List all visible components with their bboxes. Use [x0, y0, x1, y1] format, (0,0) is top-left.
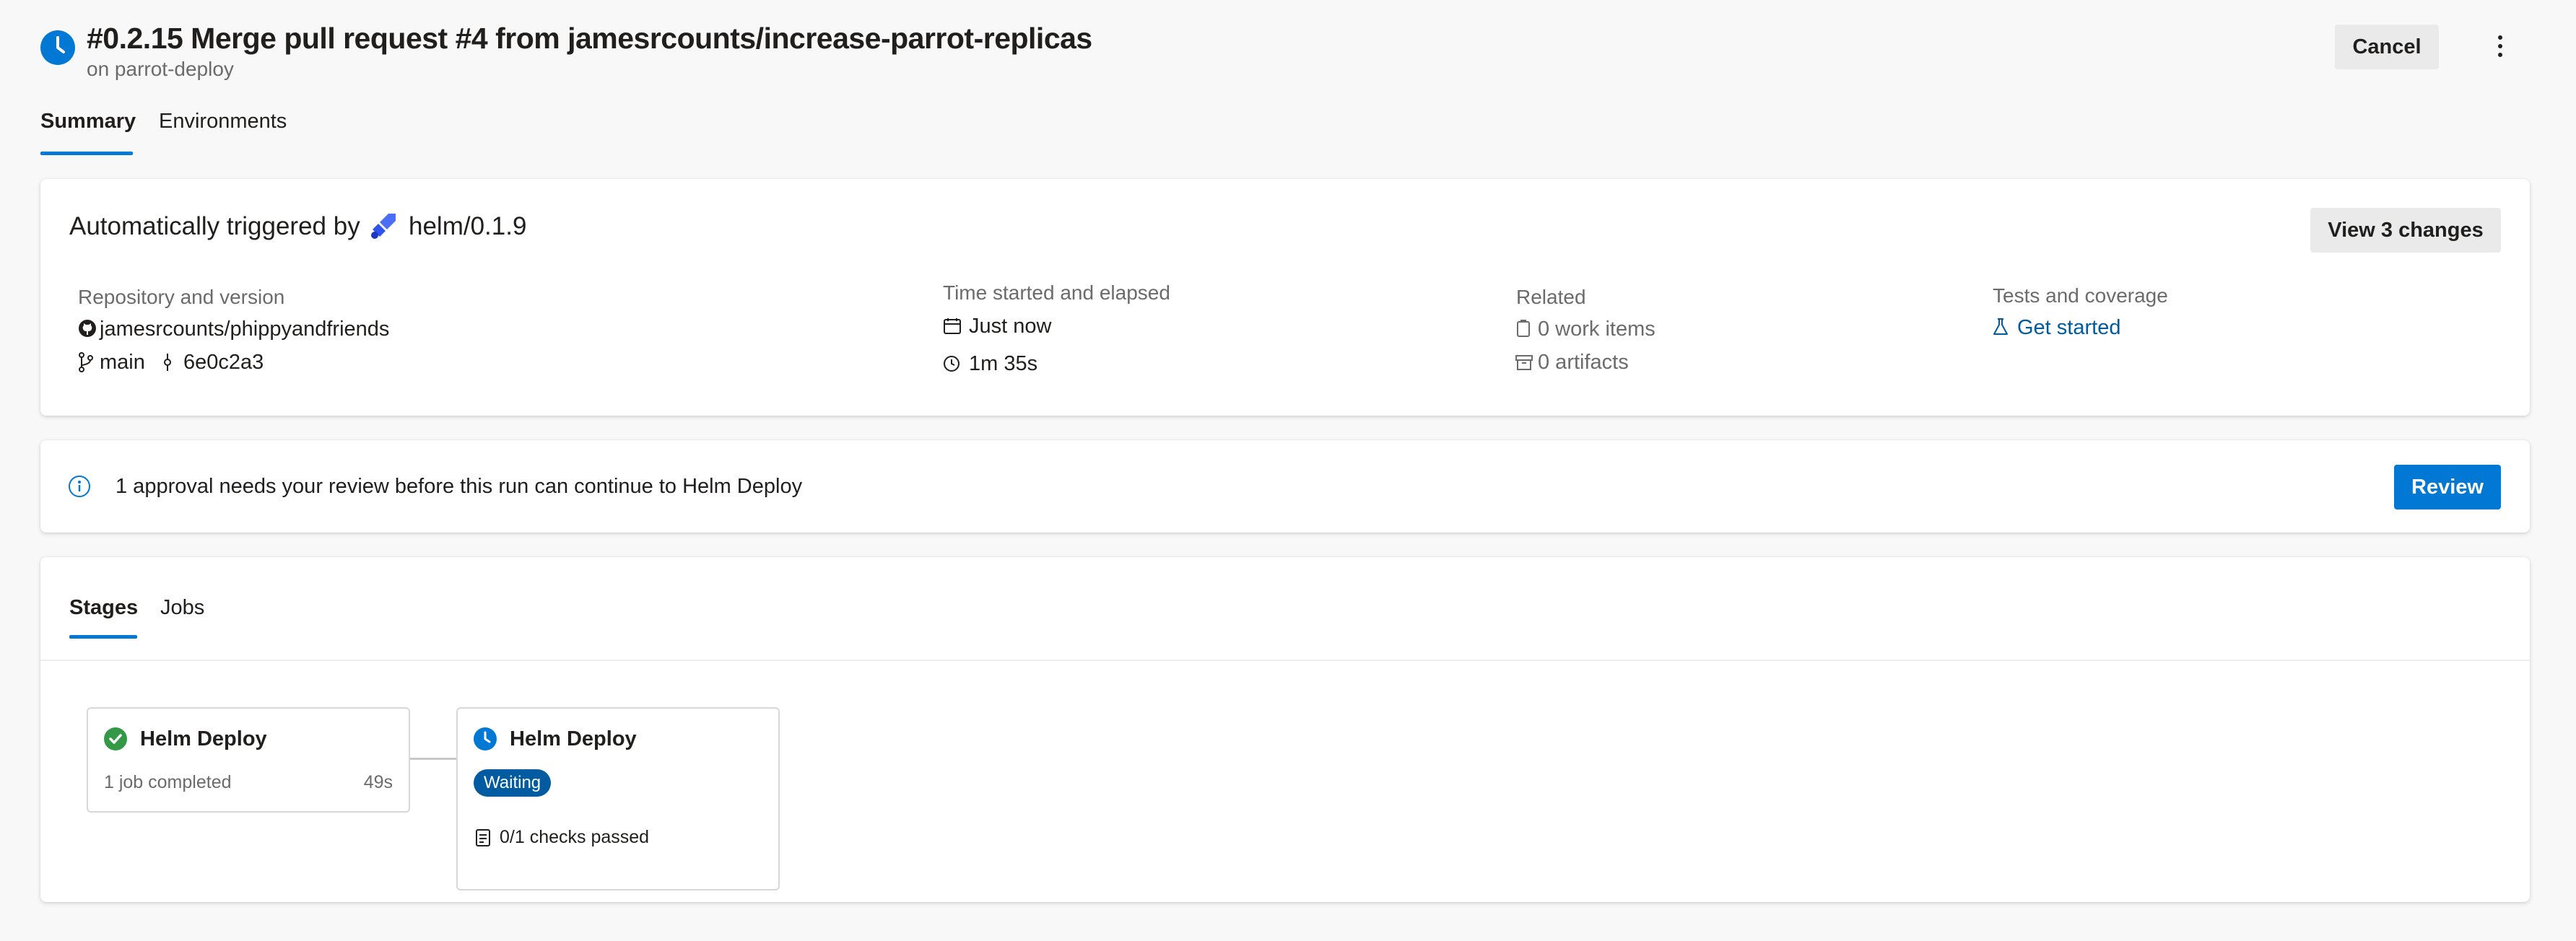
calendar-icon	[943, 318, 962, 335]
commit-icon	[162, 352, 173, 372]
run-status-icon	[40, 30, 75, 65]
tab-summary-underline	[40, 152, 133, 155]
time-elapsed: 1m 35s	[969, 352, 1038, 375]
checks-icon	[475, 828, 491, 847]
time-heading: Time started and elapsed	[943, 281, 1170, 304]
artifacts-count[interactable]: 0 artifacts	[1538, 351, 1629, 375]
tab-jobs[interactable]: Jobs	[160, 596, 204, 620]
stages-divider	[40, 660, 2530, 661]
pipelines-icon	[370, 212, 397, 240]
time-started: Just now	[969, 315, 1052, 338]
status-badge: Waiting	[474, 769, 552, 797]
clock-icon	[943, 355, 960, 372]
pipeline-name: on parrot-deploy	[87, 58, 234, 80]
related-heading: Related	[1516, 286, 1586, 308]
stage-duration: 49s	[363, 772, 393, 792]
trigger-prefix: Automatically triggered by	[69, 212, 360, 240]
tab-stages-underline	[69, 635, 137, 639]
tab-stages[interactable]: Stages	[69, 596, 138, 620]
artifact-icon	[1515, 354, 1533, 371]
info-icon	[68, 475, 91, 498]
success-icon	[104, 727, 127, 750]
view-changes-button[interactable]: View 3 changes	[2310, 208, 2501, 253]
stages-card: Stages Jobs Helm Deploy 1 job completed …	[40, 557, 2530, 902]
repo-heading: Repository and version	[78, 286, 285, 308]
tests-heading: Tests and coverage	[1993, 284, 2168, 307]
approval-banner: 1 approval needs your review before this…	[40, 440, 2530, 533]
work-item-icon	[1516, 319, 1531, 338]
summary-card: Automatically triggered by helm/0.1.9 Vi…	[40, 179, 2530, 416]
stage-card-helm-deploy-1[interactable]: Helm Deploy 1 job completed 49s	[87, 707, 410, 813]
beaker-icon	[1993, 318, 2009, 336]
page-title: #0.2.15 Merge pull request #4 from james…	[87, 22, 1092, 55]
tab-environments[interactable]: Environments	[159, 110, 287, 134]
commit-id[interactable]: 6e0c2a3	[183, 351, 264, 375]
more-actions-icon[interactable]	[2489, 32, 2511, 61]
repo-name[interactable]: jamesrcounts/phippyandfriends	[100, 318, 389, 341]
work-items-count[interactable]: 0 work items	[1538, 318, 1655, 341]
stage-name: Helm Deploy	[140, 727, 267, 750]
branch-name[interactable]: main	[100, 351, 145, 375]
waiting-icon	[474, 727, 497, 750]
stage-detail: 1 job completed	[104, 772, 232, 792]
cancel-button[interactable]: Cancel	[2335, 25, 2439, 69]
github-icon	[78, 319, 97, 338]
stage-name: Helm Deploy	[510, 727, 637, 750]
stage-card-helm-deploy-2[interactable]: Helm Deploy Waiting 0/1 checks passed	[456, 707, 780, 890]
stage-connector	[410, 758, 456, 760]
tab-summary[interactable]: Summary	[40, 110, 136, 134]
branch-icon	[78, 352, 94, 372]
trigger-source[interactable]: helm/0.1.9	[409, 212, 526, 241]
review-button[interactable]: Review	[2394, 465, 2501, 509]
approval-message: 1 approval needs your review before this…	[116, 475, 803, 498]
get-started-link[interactable]: Get started	[2017, 316, 2120, 340]
checks-status[interactable]: 0/1 checks passed	[500, 827, 649, 848]
